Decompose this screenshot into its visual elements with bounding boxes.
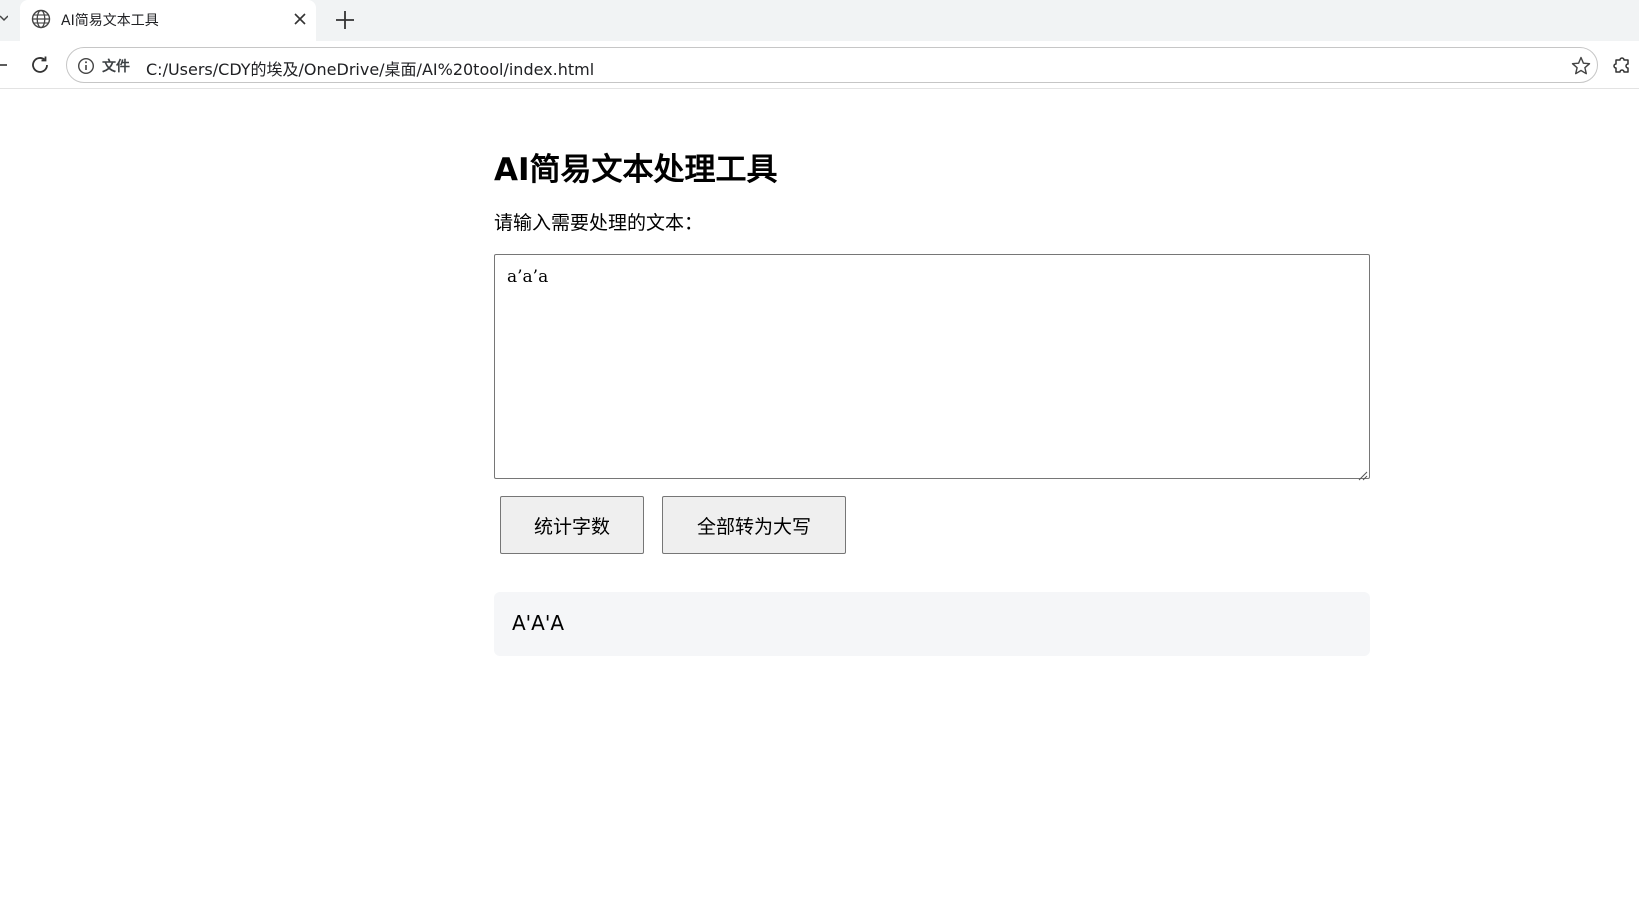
scheme-label: 文件: [102, 59, 130, 75]
back-arrow-icon[interactable]: [0, 55, 10, 75]
text-input[interactable]: a’a’a: [494, 254, 1370, 479]
url-text[interactable]: C:/Users/CDY的埃及/OneDrive/桌面/AI%20tool/in…: [146, 56, 594, 80]
globe-icon: [30, 8, 52, 30]
puzzle-icon[interactable]: [1610, 53, 1634, 77]
browser-toolbar: 文件 C:/Users/CDY的埃及/OneDrive/桌面/AI%20tool…: [0, 41, 1639, 89]
tab-strip: AI简易文本工具: [0, 0, 1639, 41]
address-bar[interactable]: 文件 C:/Users/CDY的埃及/OneDrive/桌面/AI%20tool…: [66, 47, 1598, 83]
page-title: AI简易文本处理工具: [494, 152, 778, 188]
plus-icon[interactable]: [332, 7, 358, 33]
page-viewport: AI简易文本处理工具 请输入需要处理的文本： a’a’a 统计字数 全部转为大写…: [0, 90, 1639, 901]
count-words-button[interactable]: 统计字数: [500, 496, 644, 554]
tab-title: AI简易文本工具: [61, 13, 159, 29]
reload-icon[interactable]: [28, 53, 52, 77]
tab-list-chevron-icon[interactable]: [0, 10, 9, 28]
close-icon[interactable]: [290, 9, 310, 29]
star-icon[interactable]: [1570, 55, 1592, 77]
result-text: A'A'A: [512, 611, 565, 635]
info-icon[interactable]: [77, 57, 95, 75]
resize-grip-icon[interactable]: [1357, 466, 1368, 481]
input-label: 请输入需要处理的文本：: [494, 212, 704, 234]
result-panel: A'A'A: [494, 592, 1370, 656]
uppercase-button[interactable]: 全部转为大写: [662, 496, 846, 554]
browser-tab[interactable]: AI简易文本工具: [20, 0, 316, 41]
